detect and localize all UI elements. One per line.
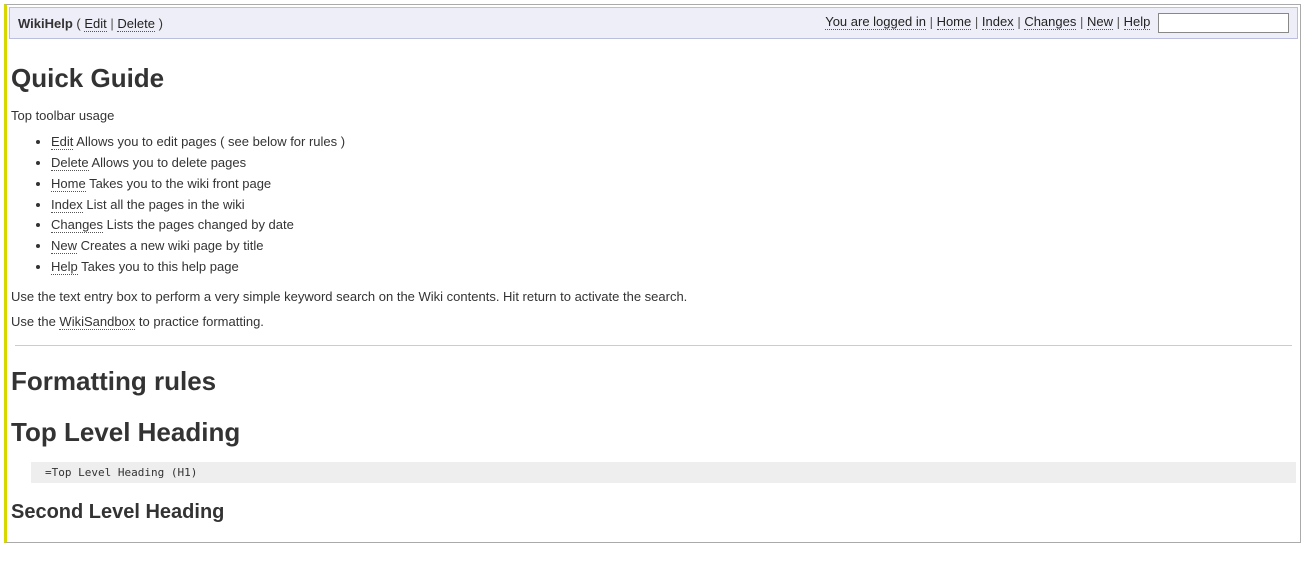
page-title: Quick Guide — [11, 63, 1296, 94]
sandbox-paragraph: Use the WikiSandbox to practice formatti… — [11, 314, 1296, 329]
list-item: Changes Lists the pages changed by date — [51, 216, 1296, 235]
toolbar-list: Edit Allows you to edit pages ( see belo… — [11, 133, 1296, 277]
changes-term-link[interactable]: Changes — [51, 217, 103, 233]
wikisandbox-link[interactable]: WikiSandbox — [59, 314, 135, 330]
content-area: Quick Guide Top toolbar usage Edit Allow… — [7, 41, 1300, 542]
help-link[interactable]: Help — [1124, 14, 1151, 30]
header-right: You are logged in | Home | Index | Chang… — [825, 13, 1289, 33]
edit-link[interactable]: Edit — [84, 16, 106, 32]
changes-link[interactable]: Changes — [1024, 14, 1076, 30]
new-link[interactable]: New — [1087, 14, 1113, 30]
top-level-heading: Top Level Heading — [11, 417, 1296, 448]
index-term-link[interactable]: Index — [51, 197, 83, 213]
home-link[interactable]: Home — [937, 14, 972, 30]
logged-in-link[interactable]: You are logged in — [825, 14, 926, 30]
code-block-h1: =Top Level Heading (H1) — [31, 462, 1296, 483]
formatting-rules-heading: Formatting rules — [11, 366, 1296, 397]
list-item: Help Takes you to this help page — [51, 258, 1296, 277]
header-bar: WikiHelp ( Edit | Delete ) You are logge… — [9, 7, 1298, 39]
list-item: Delete Allows you to delete pages — [51, 154, 1296, 173]
list-item: Index List all the pages in the wiki — [51, 196, 1296, 215]
index-link[interactable]: Index — [982, 14, 1014, 30]
search-input[interactable] — [1158, 13, 1289, 33]
help-term-link[interactable]: Help — [51, 259, 78, 275]
delete-link[interactable]: Delete — [117, 16, 155, 32]
home-term-link[interactable]: Home — [51, 176, 86, 192]
delete-term-link[interactable]: Delete — [51, 155, 89, 171]
divider — [15, 345, 1292, 346]
wiki-title: WikiHelp — [18, 16, 73, 31]
edit-term-link[interactable]: Edit — [51, 134, 73, 150]
header-left: WikiHelp ( Edit | Delete ) — [18, 16, 163, 31]
search-help-text: Use the text entry box to perform a very… — [11, 289, 1296, 304]
list-item: Edit Allows you to edit pages ( see belo… — [51, 133, 1296, 152]
list-item: Home Takes you to the wiki front page — [51, 175, 1296, 194]
new-term-link[interactable]: New — [51, 238, 77, 254]
toolbar-intro: Top toolbar usage — [11, 108, 1296, 123]
list-item: New Creates a new wiki page by title — [51, 237, 1296, 256]
second-level-heading: Second Level Heading — [11, 501, 1296, 524]
